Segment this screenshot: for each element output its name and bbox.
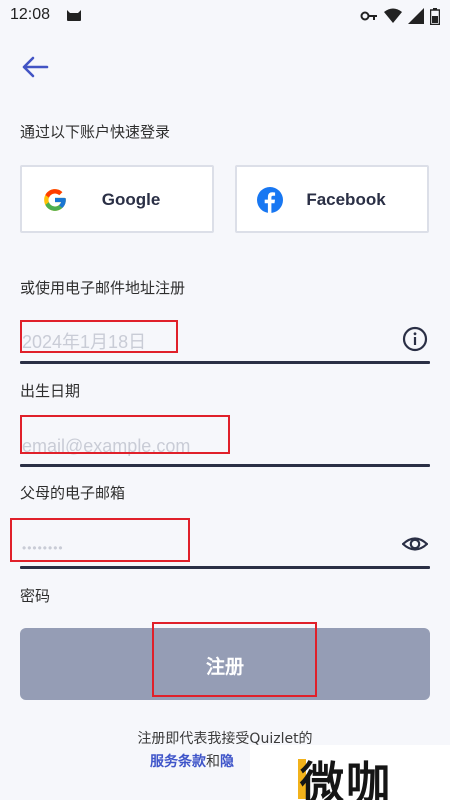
wifi-icon: [384, 8, 402, 24]
birthday-field[interactable]: 2024年1月18日: [20, 320, 430, 364]
arrow-left-icon: [22, 56, 49, 78]
key-icon: [360, 10, 378, 22]
google-label: Google: [101, 190, 161, 209]
parent-email-label: 父母的电子邮箱: [20, 484, 126, 502]
signal-icon: [408, 8, 424, 24]
password-label: 密码: [20, 587, 51, 605]
battery-icon: [430, 7, 440, 25]
status-icons: [360, 7, 440, 25]
status-time: 12:08: [10, 6, 51, 23]
password-value: ••••••••: [22, 541, 64, 555]
password-underline: [20, 566, 430, 569]
privacy-link[interactable]: 隐: [220, 754, 234, 770]
signup-screen: 12:08 通过以下账户快速登录 Google Facebook 或使用电子邮件…: [0, 0, 450, 800]
quick-login-title: 通过以下账户快速登录: [20, 123, 171, 141]
birthday-label: 出生日期: [20, 382, 81, 400]
email-signup-title: 或使用电子邮件地址注册: [20, 279, 186, 297]
watermark: 微咖: [250, 745, 450, 800]
register-button[interactable]: 注册: [20, 628, 430, 700]
birthday-value: 2024年1月18日: [22, 332, 147, 352]
terms-of-service-link[interactable]: 服务条款: [150, 754, 206, 770]
terms-and: 和: [206, 754, 220, 770]
status-bar: 12:08: [0, 0, 450, 32]
password-field[interactable]: ••••••••: [20, 525, 430, 569]
back-button[interactable]: [18, 50, 52, 84]
register-label: 注册: [205, 656, 244, 678]
facebook-label: Facebook: [306, 190, 386, 209]
parent-email-placeholder: email@example.com: [22, 436, 191, 456]
eye-icon[interactable]: [401, 531, 429, 557]
google-login-button[interactable]: Google: [20, 165, 214, 233]
info-icon[interactable]: [402, 326, 428, 352]
watermark-text: 微咖: [300, 758, 392, 800]
parent-email-field[interactable]: email@example.com: [20, 423, 430, 467]
cat-icon: [66, 8, 82, 22]
facebook-login-button[interactable]: Facebook: [235, 165, 429, 233]
birthday-underline: [20, 361, 430, 364]
parent-email-underline: [20, 464, 430, 467]
